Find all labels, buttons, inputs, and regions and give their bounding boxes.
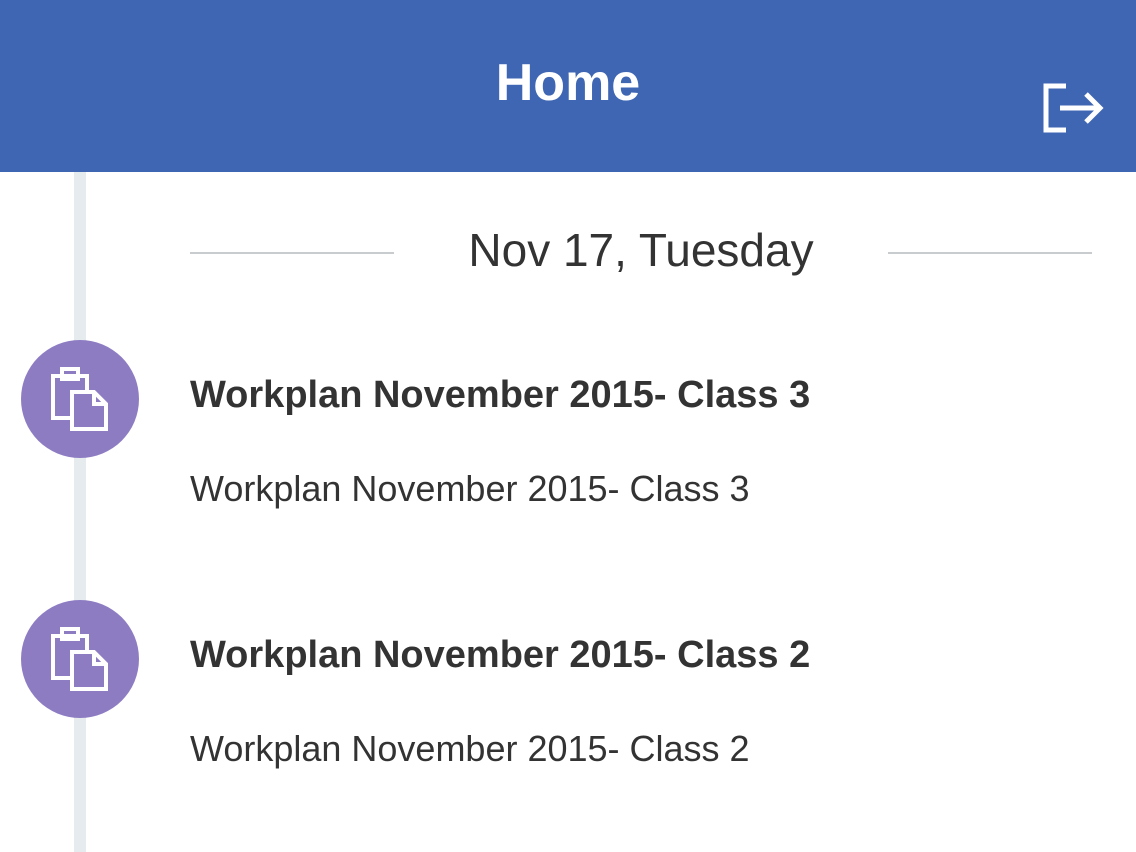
list-item[interactable]: Workplan November 2015- Class 3 Workplan…: [0, 330, 1136, 570]
date-label: Nov 17, Tuesday: [468, 224, 814, 276]
page-title: Home: [495, 54, 641, 112]
date-separator: Nov 17, Tuesday: [190, 212, 1092, 288]
item-title: Workplan November 2015- Class 2: [190, 634, 811, 676]
list-item[interactable]: Workplan November 2015- Class 2 Workplan…: [0, 590, 1136, 830]
app-screen: Home Nov 17, Tuesday Workplan November 2…: [0, 0, 1136, 852]
app-header: Home: [0, 0, 1136, 172]
item-subtitle: Workplan November 2015- Class 2: [190, 728, 750, 769]
divider: [888, 252, 1092, 254]
clipboard-icon: [21, 600, 139, 718]
logout-button[interactable]: [1036, 80, 1116, 146]
clipboard-icon: [21, 340, 139, 458]
item-title: Workplan November 2015- Class 3: [190, 374, 811, 416]
logout-icon: [1036, 80, 1116, 136]
item-subtitle: Workplan November 2015- Class 3: [190, 468, 750, 509]
divider: [190, 252, 394, 254]
